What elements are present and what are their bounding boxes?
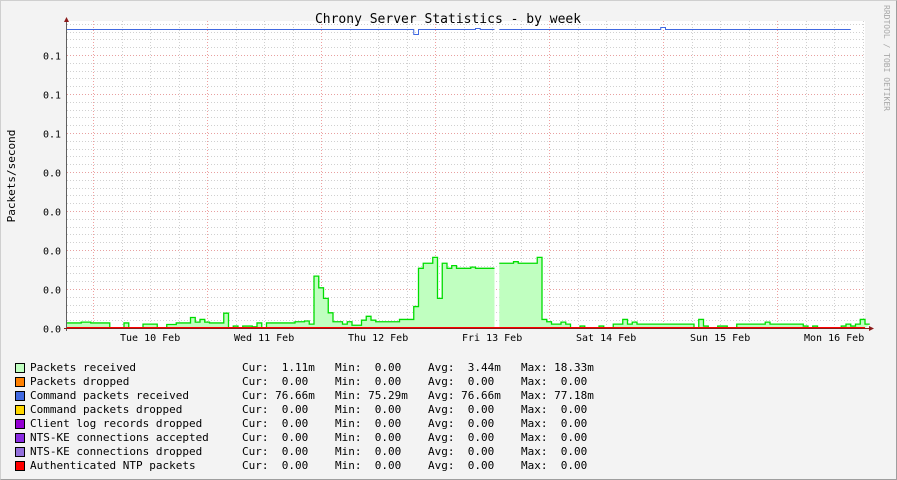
legend-stat-min: Min: 0.00 [335, 375, 408, 388]
legend-stat-max: Max: 18.33m [521, 361, 594, 374]
legend-stat-max: Max: 77.18m [521, 389, 594, 402]
legend-label: Client log records dropped [30, 417, 203, 430]
y-tick-label: 0.0 [43, 286, 61, 297]
legend-stat-min: Min: 75.29m [335, 389, 408, 402]
legend-swatch [15, 391, 25, 401]
y-tick-label: 0.0 [43, 208, 61, 219]
legend-stat-max: Max: 0.00 [521, 417, 594, 430]
legend-stat-cur: Cur: 0.00 [242, 403, 315, 416]
legend-item: NTS-KE connections accepted Cur: 0.00 Min… [0, 431, 897, 445]
legend-stat-avg: Avg: 0.00 [428, 445, 501, 458]
y-tick-label: 0.0 [43, 169, 61, 180]
legend-stat-min: Min: 0.00 [335, 445, 408, 458]
legend-stat-min: Min: 0.00 [335, 361, 408, 374]
legend-item: Packets received Cur: 1.11m Min: 0.00 Avg:… [0, 361, 897, 375]
legend-stat-cur: Cur: 0.00 [242, 459, 315, 472]
legend-stat-avg: Avg: 0.00 [428, 417, 501, 430]
y-tick-label: 0.0 [43, 247, 61, 258]
legend-label: Packets received [30, 361, 136, 374]
legend-label: Packets dropped [30, 375, 130, 388]
x-tick-label: Fri 13 Feb [462, 333, 522, 344]
y-axis-arrow-icon [64, 17, 69, 22]
legend-stat-min: Min: 0.00 [335, 431, 408, 444]
legend-item: Command packets dropped Cur: 0.00 Min: 0.… [0, 403, 897, 417]
legend-stat-avg: Avg: 76.66m [428, 389, 501, 402]
legend-stat-avg: Avg: 0.00 [428, 403, 501, 416]
x-tick-label: Mon 16 Feb [804, 333, 864, 344]
legend-stat-max: Max: 0.00 [521, 459, 594, 472]
legend-item: Client log records dropped Cur: 0.00 Min:… [0, 417, 897, 431]
rrdtool-watermark: RRDTOOL / TOBI OETIKER [882, 5, 891, 111]
x-tick-label: Sat 14 Feb [576, 333, 636, 344]
legend-item: Packets dropped Cur: 0.00 Min: 0.00 Avg: … [0, 375, 897, 389]
legend-stat-cur: Cur: 76.66m [242, 389, 315, 402]
y-tick-label: 0.1 [43, 91, 61, 102]
rrd-chart: 0.0 0.0 0.0 0.0 0.0 0.1 0.1 0.1 Tue 10 Feb Wed 11… [5, 5, 891, 344]
legend-stat-avg: Avg: 0.00 [428, 459, 501, 472]
legend-stat-cur: Cur: 0.00 [242, 431, 315, 444]
legend-stat-cur: Cur: 0.00 [242, 417, 315, 430]
legend-stat-cur: Cur: 1.11m [242, 361, 315, 374]
legend-stat-cur: Cur: 0.00 [242, 445, 315, 458]
y-axis-label: Packets/second [5, 130, 18, 223]
legend-item: Authenticated NTP packets Cur: 0.00 Min: … [0, 459, 897, 473]
legend-swatch [15, 447, 25, 457]
legend-label: Command packets received [30, 389, 189, 402]
x-tick-label: Tue 10 Feb [120, 333, 180, 344]
x-tick-label: Sun 15 Feb [690, 333, 750, 344]
legend-stat-min: Min: 0.00 [335, 417, 408, 430]
x-tick-label: Wed 11 Feb [234, 333, 294, 344]
chart-title: Chrony Server Statistics - by week [315, 12, 581, 27]
legend-label: Authenticated NTP packets [30, 459, 196, 472]
legend-stat-max: Max: 0.00 [521, 403, 594, 416]
legend-stat-min: Min: 0.00 [335, 403, 408, 416]
legend-stat-cur: Cur: 0.00 [242, 375, 315, 388]
legend-stat-max: Max: 0.00 [521, 445, 594, 458]
y-tick-label: 0.1 [43, 130, 61, 141]
legend-stat-avg: Avg: 0.00 [428, 375, 501, 388]
legend-stat-avg: Avg: 0.00 [428, 431, 501, 444]
legend-label: Command packets dropped [30, 403, 183, 416]
legend-stat-avg: Avg: 3.44m [428, 361, 501, 374]
x-axis-arrow-icon [869, 326, 874, 331]
legend-stat-max: Max: 0.00 [521, 375, 594, 388]
legend-swatch [15, 433, 25, 443]
y-tick-label: 0.0 [43, 325, 61, 336]
legend-swatch [15, 461, 25, 471]
legend-item: NTS-KE connections dropped Cur: 0.00 Min:… [0, 445, 897, 459]
legend-stat-max: Max: 0.00 [521, 431, 594, 444]
legend-label: NTS-KE connections accepted [30, 431, 209, 444]
legend-item: Command packets received Cur: 76.66m Min: … [0, 389, 897, 403]
legend-swatch [15, 377, 25, 387]
legend-stat-min: Min: 0.00 [335, 459, 408, 472]
y-tick-label: 0.1 [43, 52, 61, 63]
x-tick-label: Thu 12 Feb [348, 333, 408, 344]
legend-swatch [15, 419, 25, 429]
legend-swatch [15, 405, 25, 415]
legend-label: NTS-KE connections dropped [30, 445, 203, 458]
legend-swatch [15, 363, 25, 373]
